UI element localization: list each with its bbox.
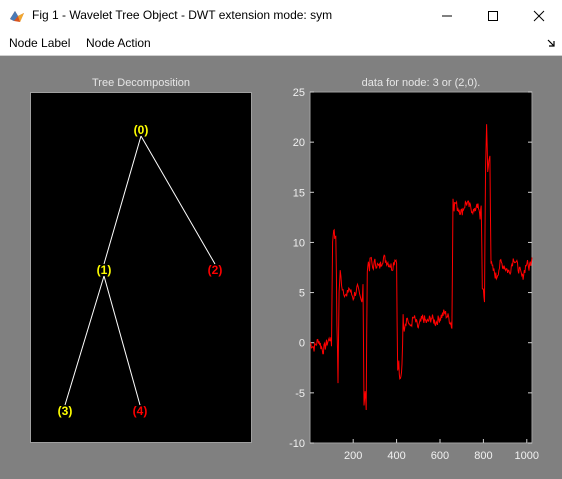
x-tick-label: 600 <box>431 450 449 462</box>
x-tick-label: 1000 <box>515 450 539 462</box>
x-tick-label: 200 <box>344 450 362 462</box>
x-tick-label: 800 <box>474 450 492 462</box>
y-tick-label: -5 <box>295 388 305 400</box>
y-tick-label: 5 <box>299 288 305 300</box>
y-tick-label: -10 <box>289 438 305 450</box>
signal-chart[interactable]: 25 20 15 10 5 0 -5 -10 200 400 600 800 1000 <box>0 0 562 479</box>
y-tick-label: 0 <box>299 338 305 350</box>
x-tick-label: 400 <box>387 450 405 462</box>
y-tick-label: 25 <box>293 87 305 99</box>
y-tick-label: 10 <box>293 237 305 249</box>
plot-area <box>309 91 533 444</box>
y-tick-label: 20 <box>293 137 305 149</box>
y-tick-label: 15 <box>293 187 305 199</box>
